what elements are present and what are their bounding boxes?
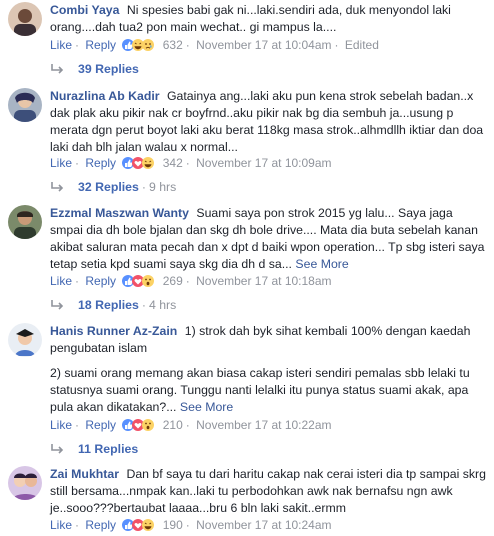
- replies-count[interactable]: 18 Replies: [78, 298, 139, 312]
- view-replies-link[interactable]: 11 Replies: [50, 441, 138, 457]
- reaction-icons[interactable]: [121, 156, 157, 174]
- see-more-link[interactable]: See More: [180, 400, 233, 414]
- like-button[interactable]: Like: [50, 518, 72, 532]
- reaction-count[interactable]: 632: [163, 38, 183, 52]
- comment-text-paragraph: 2) suami orang memang akan biasa cakap i…: [50, 366, 474, 414]
- view-replies-link[interactable]: 32 Replies · 9 hrs: [50, 179, 176, 195]
- comment-actions: Like · Reply 210 · November 17 at 10:22am: [50, 417, 486, 433]
- reply-arrow-icon: [50, 443, 64, 459]
- comment-timestamp[interactable]: November 17 at 10:18am: [196, 274, 331, 288]
- avatar[interactable]: [8, 323, 42, 357]
- comment-actions: Like · Reply 269 · November 17 at 10:18am: [50, 273, 486, 289]
- like-button[interactable]: Like: [50, 156, 72, 170]
- reaction-icons[interactable]: [121, 274, 157, 292]
- comment-timestamp[interactable]: November 17 at 10:09am: [196, 156, 331, 170]
- replies-count[interactable]: 11 Replies: [78, 442, 138, 456]
- like-button[interactable]: Like: [50, 274, 72, 288]
- reaction-icons[interactable]: [121, 418, 157, 436]
- comment-actions: Like · Reply 190 · November 17 at 10:24am: [50, 517, 486, 533]
- comment-feed: Combi Yaya Ni spesies babi gak ni...laki…: [0, 0, 494, 534]
- reaction-count[interactable]: 342: [163, 156, 183, 170]
- replies-count[interactable]: 32 Replies: [78, 180, 139, 194]
- reply-button[interactable]: Reply: [85, 418, 116, 432]
- reply-arrow-icon: [50, 63, 64, 79]
- comment-author[interactable]: Hanis Runner Az-Zain: [50, 324, 177, 338]
- reply-button[interactable]: Reply: [85, 38, 116, 52]
- replies-time: 9 hrs: [148, 180, 177, 194]
- comment-timestamp[interactable]: November 17 at 10:22am: [196, 418, 331, 432]
- reaction-count[interactable]: 269: [163, 274, 183, 288]
- replies-count[interactable]: 39 Replies: [78, 62, 139, 76]
- avatar[interactable]: [8, 2, 42, 36]
- like-button[interactable]: Like: [50, 38, 72, 52]
- reaction-count[interactable]: 210: [163, 418, 183, 432]
- comment-timestamp[interactable]: November 17 at 10:24am: [196, 518, 331, 532]
- see-more-link[interactable]: See More: [295, 257, 348, 271]
- comment-author[interactable]: Combi Yaya: [50, 3, 120, 17]
- reply-button[interactable]: Reply: [85, 518, 116, 532]
- comment-body: Nurazlina Ab Kadir Gatainya ang...laki a…: [50, 88, 486, 156]
- comment-actions: Like · Reply 342 · November 17 at 10:09am: [50, 155, 486, 171]
- reply-button[interactable]: Reply: [85, 274, 116, 288]
- reply-arrow-icon: [50, 181, 64, 197]
- comment-actions: Like · Reply 632 · November 17 at 10:04am ·…: [50, 37, 486, 53]
- reply-button[interactable]: Reply: [85, 156, 116, 170]
- comment-body: Hanis Runner Az-Zain 1) strok dah byk si…: [50, 323, 486, 416]
- avatar[interactable]: [8, 205, 42, 239]
- comment-author[interactable]: Ezzmal Maszwan Wanty: [50, 206, 189, 220]
- reaction-icons[interactable]: [121, 518, 157, 536]
- reaction-icons[interactable]: [121, 38, 157, 56]
- comment-author[interactable]: Nurazlina Ab Kadir: [50, 89, 160, 103]
- reply-arrow-icon: [50, 299, 64, 315]
- edited-label: Edited: [344, 38, 379, 52]
- replies-time: 4 hrs: [148, 298, 177, 312]
- comment-timestamp[interactable]: November 17 at 10:04am: [196, 38, 331, 52]
- view-replies-link[interactable]: 39 Replies: [50, 61, 139, 77]
- reaction-count[interactable]: 190: [163, 518, 183, 532]
- view-replies-link[interactable]: 18 Replies · 4 hrs: [50, 297, 176, 313]
- avatar[interactable]: [8, 88, 42, 122]
- comment-body: Combi Yaya Ni spesies babi gak ni...laki…: [50, 2, 486, 36]
- comment-author[interactable]: Zai Mukhtar: [50, 467, 119, 481]
- comment-body: Ezzmal Maszwan Wanty Suami saya pon stro…: [50, 205, 486, 273]
- comment-body: Zai Mukhtar Dan bf saya tu dari haritu c…: [50, 466, 486, 517]
- like-button[interactable]: Like: [50, 418, 72, 432]
- avatar[interactable]: [8, 466, 42, 500]
